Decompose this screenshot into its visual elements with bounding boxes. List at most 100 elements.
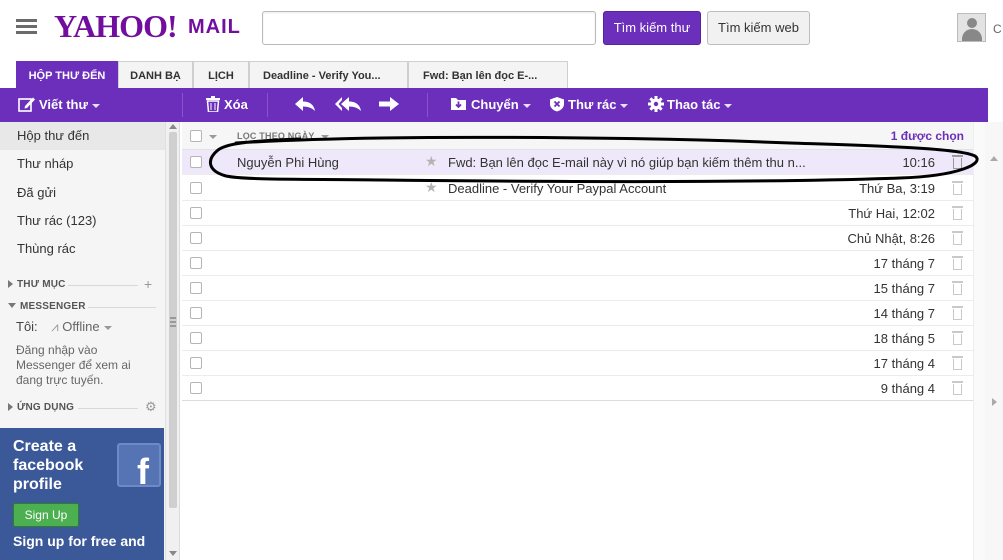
row-trash-icon[interactable]: [952, 231, 963, 245]
mail-logo-text[interactable]: MAIL: [188, 16, 241, 38]
toolbar-divider: [427, 93, 428, 117]
tab-calendar[interactable]: LỊCH: [193, 61, 249, 89]
search-mail-button[interactable]: Tìm kiếm thư: [603, 11, 701, 45]
section-folders[interactable]: THƯ MỤC +: [8, 276, 156, 292]
folder-move-icon: [451, 98, 466, 110]
section-messenger-label: MESSENGER: [20, 301, 86, 312]
menu-icon[interactable]: [16, 19, 37, 35]
table-row[interactable]: 15 tháng 7: [182, 276, 973, 301]
row-checkbox[interactable]: [190, 332, 202, 344]
row-trash-icon[interactable]: [952, 181, 963, 195]
table-row[interactable]: Thứ Hai, 12:02: [182, 201, 973, 226]
facebook-signup-button[interactable]: Sign Up: [13, 503, 79, 527]
user-name[interactable]: C: [993, 22, 1002, 36]
facebook-logo-icon: f: [117, 443, 161, 492]
reply-all-icon: [335, 97, 361, 111]
forward-button[interactable]: [378, 88, 400, 122]
section-apps[interactable]: ỨNG DỤNG ⚙: [8, 399, 157, 415]
row-trash-icon[interactable]: [952, 155, 963, 169]
sidebar-scrollbar[interactable]: [165, 122, 179, 560]
delete-label: Xóa: [224, 97, 248, 112]
tab-bar: HỘP THƯ ĐẾN DANH BẠ LỊCH Deadline - Veri…: [0, 58, 1003, 89]
scroll-up-icon[interactable]: [169, 124, 177, 129]
table-row[interactable]: Nguyễn Phi Hùng ★ Fwd: Bạn lên đọc E-mai…: [182, 150, 973, 175]
tab-contacts[interactable]: DANH BẠ: [118, 61, 193, 89]
avatar[interactable]: [957, 13, 986, 42]
row-subject: Deadline - Verify Your Paypal Account: [448, 181, 667, 196]
sort-label: LỌC THEO NGÀY: [237, 131, 315, 141]
table-row[interactable]: 14 tháng 7: [182, 301, 973, 326]
apps-settings-icon[interactable]: ⚙: [145, 399, 157, 415]
sidebar-item-inbox[interactable]: Hộp thư đến: [0, 122, 165, 150]
row-subject: Fwd: Bạn lên đọc E-mail này vì nó giúp b…: [448, 155, 806, 170]
row-checkbox[interactable]: [190, 207, 202, 219]
add-folder-icon[interactable]: +: [144, 276, 152, 292]
row-checkbox[interactable]: [190, 156, 202, 168]
row-checkbox[interactable]: [190, 382, 202, 394]
row-checkbox[interactable]: [190, 232, 202, 244]
message-toolbar: Viết thư Xóa Chuyển Thư rác Thao tác: [0, 88, 988, 122]
row-checkbox[interactable]: [190, 257, 202, 269]
section-messenger[interactable]: MESSENGER: [8, 301, 156, 312]
compose-label: Viết thư: [39, 97, 88, 112]
sidebar-item-trash[interactable]: Thùng rác: [0, 235, 165, 263]
tab-message-deadline[interactable]: Deadline - Verify You...: [249, 61, 408, 89]
select-menu-icon[interactable]: [209, 135, 217, 139]
actions-button[interactable]: Thao tác: [648, 88, 733, 122]
list-header: LỌC THEO NGÀY 1 được chọn: [182, 122, 973, 150]
sidebar-item-sent[interactable]: Đã gửi: [0, 179, 165, 207]
row-checkbox[interactable]: [190, 282, 202, 294]
row-trash-icon[interactable]: [952, 381, 963, 395]
star-icon[interactable]: ★: [425, 179, 438, 196]
sidebar-item-drafts[interactable]: Thư nháp: [0, 150, 165, 178]
table-row[interactable]: 18 tháng 5: [182, 326, 973, 351]
row-checkbox[interactable]: [190, 357, 202, 369]
reply-all-button[interactable]: [334, 88, 362, 122]
expand-pane-icon[interactable]: [992, 398, 997, 406]
row-date: 14 tháng 7: [873, 306, 935, 321]
search-input[interactable]: [262, 11, 596, 45]
gear-icon: [648, 96, 664, 112]
tab-message-fwd[interactable]: Fwd: Bạn lên đọc E-...: [408, 61, 568, 89]
row-trash-icon[interactable]: [952, 256, 963, 270]
reading-pane-scrollbar[interactable]: [985, 122, 1003, 560]
messenger-me-label: Tôi:: [16, 319, 38, 334]
search-web-button[interactable]: Tìm kiếm web: [707, 11, 810, 45]
list-scrollbar[interactable]: [973, 122, 985, 560]
yahoo-logo[interactable]: YAHOO!: [54, 10, 178, 42]
sidebar-item-spam[interactable]: Thư rác (123): [0, 207, 165, 235]
row-trash-icon[interactable]: [952, 206, 963, 220]
star-icon[interactable]: ★: [425, 153, 438, 170]
messenger-status-row: Tôi: ⩘ Offline: [16, 319, 112, 335]
delete-button[interactable]: Xóa: [206, 88, 248, 122]
row-checkbox[interactable]: [190, 182, 202, 194]
spam-button[interactable]: Thư rác: [549, 88, 629, 122]
forward-icon: [379, 97, 399, 111]
sort-by-date[interactable]: LỌC THEO NGÀY: [237, 131, 329, 141]
selected-count: 1 được chọn: [890, 129, 964, 143]
row-sender: Nguyễn Phi Hùng: [237, 155, 339, 170]
table-row[interactable]: ★ Deadline - Verify Your Paypal Account …: [182, 176, 973, 201]
row-trash-icon[interactable]: [952, 356, 963, 370]
table-row[interactable]: 17 tháng 7: [182, 251, 973, 276]
row-trash-icon[interactable]: [952, 306, 963, 320]
row-date: 17 tháng 7: [873, 256, 935, 271]
table-row[interactable]: Chủ Nhật, 8:26: [182, 226, 973, 251]
compose-button[interactable]: Viết thư: [18, 88, 100, 122]
reply-button[interactable]: [294, 88, 316, 122]
row-trash-icon[interactable]: [952, 281, 963, 295]
table-row[interactable]: 17 tháng 4: [182, 351, 973, 376]
table-row[interactable]: 9 tháng 4: [182, 376, 973, 401]
scroll-down-icon[interactable]: [169, 551, 177, 556]
messenger-status-select[interactable]: ⩘ Offline: [51, 319, 112, 334]
select-all-checkbox[interactable]: [190, 130, 202, 142]
row-trash-icon[interactable]: [952, 331, 963, 345]
row-checkbox[interactable]: [190, 307, 202, 319]
facebook-ad[interactable]: Create a facebook profile f Sign Up Sign…: [0, 428, 164, 560]
tab-inbox[interactable]: HỘP THƯ ĐẾN: [16, 61, 118, 89]
scroll-up-icon[interactable]: [990, 156, 998, 161]
reply-icon: [295, 97, 315, 111]
row-date: 17 tháng 4: [873, 356, 935, 371]
shield-icon: [550, 97, 564, 112]
move-button[interactable]: Chuyển: [450, 88, 531, 122]
